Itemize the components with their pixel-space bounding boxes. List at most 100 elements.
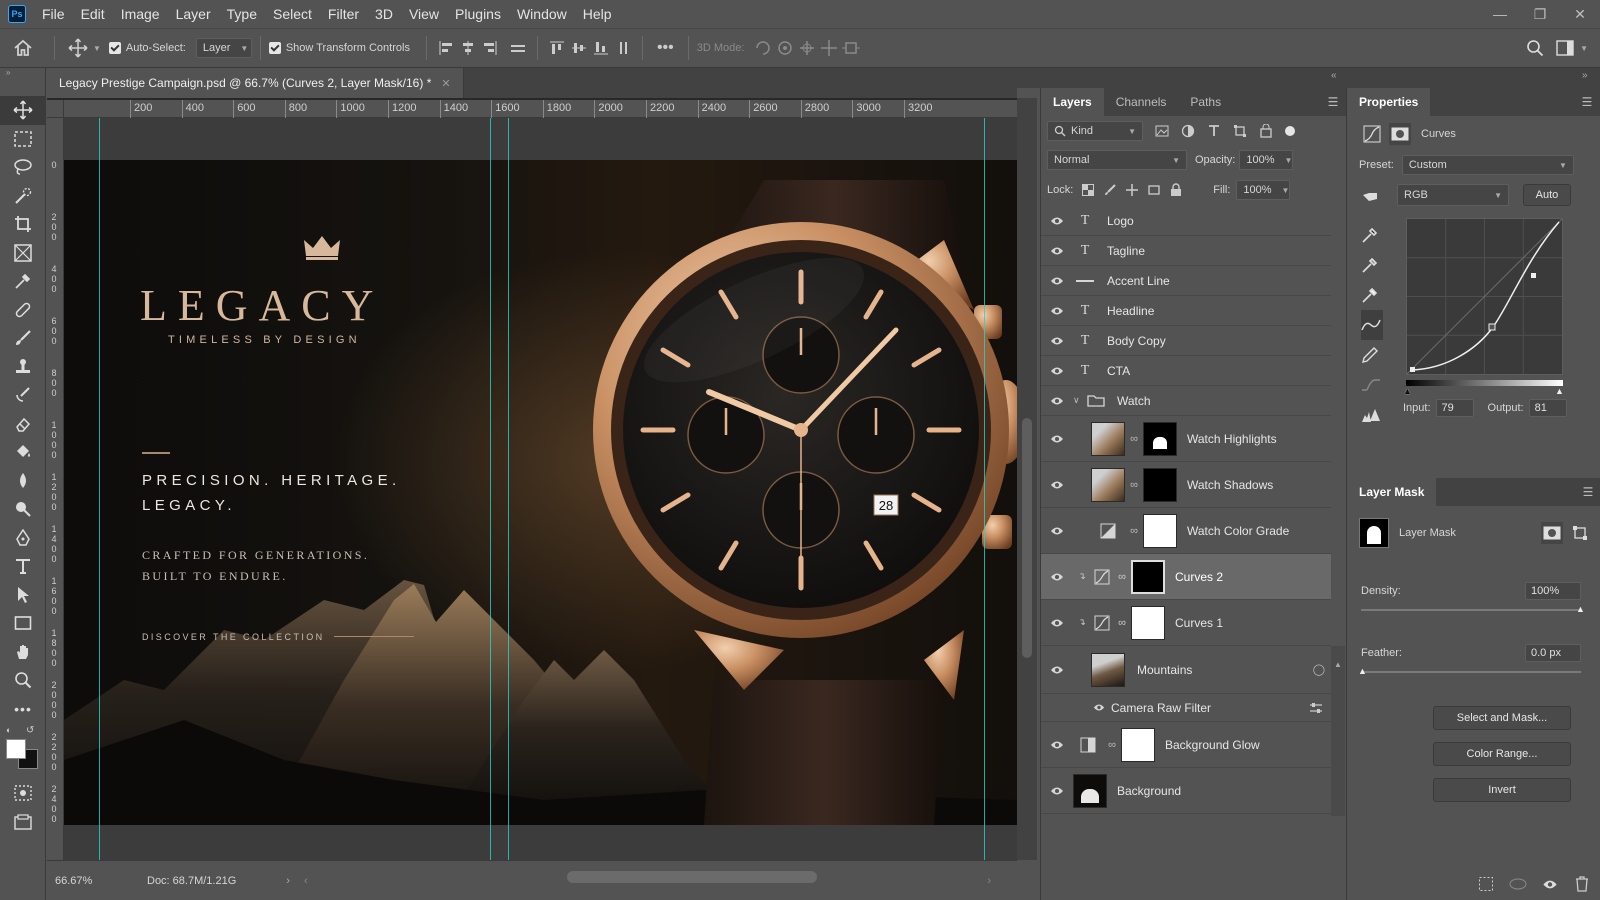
- close-tab-icon[interactable]: ✕: [441, 77, 450, 90]
- minimize-icon[interactable]: —: [1480, 0, 1520, 28]
- delete-trash-icon[interactable]: [1571, 873, 1593, 895]
- path-selection-tool-icon[interactable]: [0, 581, 46, 610]
- smooth-curve-icon[interactable]: [1361, 370, 1383, 400]
- tab-channels[interactable]: Channels: [1104, 88, 1179, 116]
- link-icon[interactable]: ∞: [1103, 739, 1121, 751]
- link-icon[interactable]: ∞: [1125, 479, 1143, 491]
- document-tab[interactable]: Legacy Prestige Campaign.psd @ 66.7% (Cu…: [47, 68, 464, 98]
- pen-tool-icon[interactable]: [0, 524, 46, 553]
- chevron-down-icon[interactable]: ▼: [1580, 44, 1588, 53]
- curve-point[interactable]: [1531, 273, 1536, 278]
- visibility-eye-icon[interactable]: [1041, 396, 1073, 406]
- layer-row-camera-raw-filter[interactable]: Camera Raw Filter: [1041, 694, 1331, 722]
- filter-blending-options-icon[interactable]: [1309, 702, 1323, 714]
- visibility-eye-icon[interactable]: [1041, 480, 1073, 490]
- menu-3d[interactable]: 3D: [367, 0, 401, 28]
- mask-toggle-icon[interactable]: [1389, 123, 1411, 145]
- visibility-eye-icon[interactable]: [1041, 526, 1073, 536]
- sample-gray-eyedropper-icon[interactable]: [1361, 250, 1383, 280]
- filter-toggle-icon[interactable]: [1285, 126, 1295, 136]
- close-icon[interactable]: ✕: [1560, 0, 1600, 28]
- align-left-icon[interactable]: [435, 37, 457, 59]
- layer-row-tagline[interactable]: T Tagline: [1041, 236, 1331, 266]
- vertical-scrollbar[interactable]: [1017, 98, 1037, 860]
- quick-selection-tool-icon[interactable]: [0, 182, 46, 211]
- curve-point[interactable]: [1488, 323, 1496, 331]
- filter-kind-dropdown[interactable]: Kind ▼: [1047, 121, 1143, 141]
- filter-shape-icon[interactable]: [1229, 120, 1251, 142]
- menu-file[interactable]: File: [34, 0, 73, 28]
- layer-row-watch-highlights[interactable]: ∞ Watch Highlights: [1041, 416, 1331, 462]
- hand-tool-icon[interactable]: [0, 638, 46, 667]
- distribute-vertical-icon[interactable]: [612, 37, 634, 59]
- ruler-origin[interactable]: [47, 100, 64, 118]
- blur-tool-icon[interactable]: [0, 467, 46, 496]
- align-right-icon[interactable]: [479, 37, 501, 59]
- visibility-eye-icon[interactable]: [1041, 618, 1073, 628]
- channel-dropdown[interactable]: RGB ▼: [1397, 184, 1509, 206]
- black-point-slider-icon[interactable]: ▲: [1403, 386, 1412, 396]
- apply-mask-icon[interactable]: [1507, 873, 1529, 895]
- rectangle-tool-icon[interactable]: [0, 609, 46, 638]
- align-middle-icon[interactable]: [568, 37, 590, 59]
- lock-all-icon[interactable]: [1165, 179, 1187, 201]
- collapse-toolbar-icon[interactable]: »: [0, 68, 45, 78]
- panel-menu-icon[interactable]: ☰: [1574, 88, 1600, 116]
- vector-mask-icon[interactable]: [1569, 522, 1591, 544]
- 3d-slide-icon[interactable]: [818, 37, 840, 59]
- draw-curve-pencil-icon[interactable]: [1361, 340, 1383, 370]
- fill-field[interactable]: 100% ▼: [1236, 180, 1291, 200]
- visibility-eye-icon[interactable]: [1041, 366, 1073, 376]
- layer-row-watch-shadows[interactable]: ∞ Watch Shadows: [1041, 462, 1331, 508]
- type-tool-icon[interactable]: [0, 552, 46, 581]
- frame-tool-icon[interactable]: [0, 239, 46, 268]
- distribute-horizontal-icon[interactable]: [507, 37, 529, 59]
- link-icon[interactable]: ∞: [1113, 617, 1131, 629]
- clipping-warning-icon[interactable]: [1361, 400, 1383, 430]
- layer-row-accent-line[interactable]: Accent Line: [1041, 266, 1331, 296]
- align-top-icon[interactable]: [546, 37, 568, 59]
- layer-mask-thumbnail[interactable]: [1143, 513, 1177, 548]
- history-brush-tool-icon[interactable]: [0, 381, 46, 410]
- clone-stamp-tool-icon[interactable]: [0, 353, 46, 382]
- photoshop-logo[interactable]: Ps: [8, 5, 26, 23]
- search-icon[interactable]: [1524, 37, 1546, 59]
- more-options-icon[interactable]: •••: [657, 39, 674, 57]
- curve-point[interactable]: [1410, 367, 1415, 372]
- zoom-level[interactable]: 66.67%: [55, 875, 135, 887]
- menu-help[interactable]: Help: [575, 0, 620, 28]
- screen-mode-icon[interactable]: [0, 808, 46, 837]
- swap-colors-icon[interactable]: ↺: [26, 725, 34, 736]
- visibility-eye-icon[interactable]: [1041, 434, 1073, 444]
- vertical-scroll-thumb[interactable]: [1022, 418, 1032, 658]
- collapse-panels-icon[interactable]: «: [1331, 70, 1337, 81]
- output-field[interactable]: 81: [1528, 399, 1567, 417]
- layer-row-watch-group[interactable]: ∨ Watch: [1041, 386, 1331, 416]
- horizontal-ruler[interactable]: 200 400 600 800 1000 1200 1400 1600 1800 2000 2200…: [64, 100, 1017, 118]
- filter-pixel-icon[interactable]: [1151, 120, 1173, 142]
- targeted-adjustment-hand-icon[interactable]: [1359, 184, 1381, 206]
- opacity-field[interactable]: 100% ▼: [1239, 150, 1294, 170]
- pixel-mask-icon[interactable]: [1541, 522, 1563, 544]
- lock-artboard-icon[interactable]: [1143, 179, 1165, 201]
- guide-line[interactable]: [984, 118, 985, 860]
- layer-mask-thumbnail[interactable]: [1121, 727, 1155, 762]
- panel-menu-icon[interactable]: ☰: [1320, 88, 1346, 116]
- move-tool-icon[interactable]: [0, 96, 46, 125]
- eyedropper-tool-icon[interactable]: [0, 267, 46, 296]
- menu-select[interactable]: Select: [265, 0, 320, 28]
- layer-mask-thumbnail[interactable]: [1131, 605, 1165, 640]
- color-range-button[interactable]: Color Range...: [1433, 742, 1571, 766]
- tab-layer-mask[interactable]: Layer Mask: [1347, 478, 1437, 506]
- visibility-eye-icon[interactable]: [1041, 306, 1073, 316]
- menu-type[interactable]: Type: [219, 0, 265, 28]
- preset-dropdown[interactable]: Custom ▼: [1401, 155, 1574, 175]
- guide-line[interactable]: [490, 118, 491, 860]
- layer-row-background-glow[interactable]: ∞ Background Glow: [1041, 722, 1331, 768]
- scroll-up-icon[interactable]: ▲: [1331, 660, 1345, 669]
- sample-black-eyedropper-icon[interactable]: [1361, 220, 1383, 250]
- visibility-eye-icon[interactable]: [1041, 572, 1073, 582]
- status-menu-chevron-icon[interactable]: ›: [286, 875, 290, 887]
- visibility-eye-icon[interactable]: [1041, 786, 1073, 796]
- dodge-tool-icon[interactable]: [0, 495, 46, 524]
